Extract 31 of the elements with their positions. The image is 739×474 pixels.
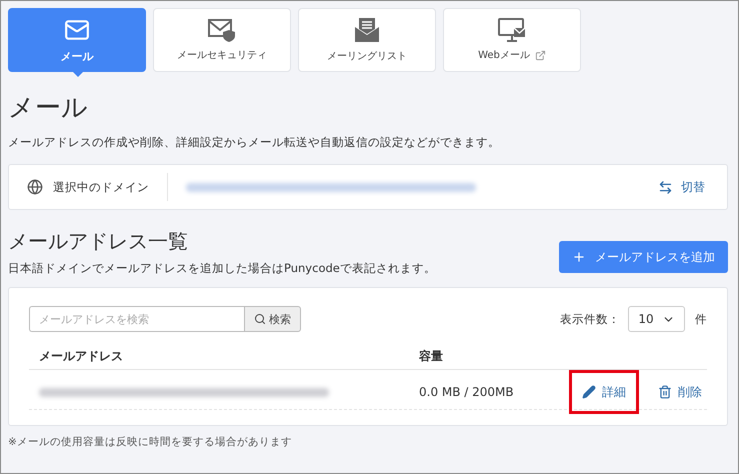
- column-header: メールアドレス: [39, 348, 124, 365]
- envelope-shield-icon: [208, 18, 236, 42]
- monitor-mail-icon: [498, 18, 526, 42]
- swap-icon: [658, 180, 673, 194]
- column-header: 容量: [419, 348, 444, 365]
- trash-icon: [658, 385, 672, 399]
- nav-tab[interactable]: メールセキュリティ: [153, 8, 291, 72]
- section-note: 日本語ドメインでメールアドレスを追加した場合はPunycodeで表記されます。: [8, 261, 436, 276]
- plus-icon: [572, 250, 586, 264]
- pencil-icon: [582, 385, 596, 399]
- page-title: メール: [8, 92, 89, 125]
- search-field[interactable]: メールアドレスを検索: [29, 306, 244, 332]
- nav-tab[interactable]: Webメール: [443, 8, 581, 72]
- page-size-unit: 件: [695, 312, 707, 326]
- footnote: ※メールの使用容量は反映に時間を要する場合があります: [8, 435, 293, 449]
- page-size-label: 表示件数：: [560, 312, 620, 326]
- search-button[interactable]: 検索: [244, 306, 301, 332]
- switch-button[interactable]: 切替: [656, 176, 707, 198]
- detail-button[interactable]: 詳細: [569, 370, 639, 414]
- envelope-letter-icon: [354, 17, 380, 43]
- search-icon: [254, 313, 266, 325]
- page-description: メールアドレスの作成や削除、詳細設定からメール転送や自動返信の設定などができます。: [8, 135, 501, 150]
- domain-label: 選択中のドメイン: [53, 180, 149, 194]
- section-title: メールアドレス一覧: [8, 228, 189, 255]
- usage-cell-text: 0.0 MB / 200MB: [419, 385, 515, 399]
- page-size-select[interactable]: 10: [628, 306, 685, 332]
- globe-icon: [27, 179, 43, 195]
- delete-button[interactable]: 削除: [645, 370, 715, 414]
- nav-tab[interactable]: メーリングリスト: [298, 8, 436, 72]
- tab-pointer: [72, 71, 84, 77]
- add-address-button[interactable]: メールアドレスを追加: [559, 241, 728, 273]
